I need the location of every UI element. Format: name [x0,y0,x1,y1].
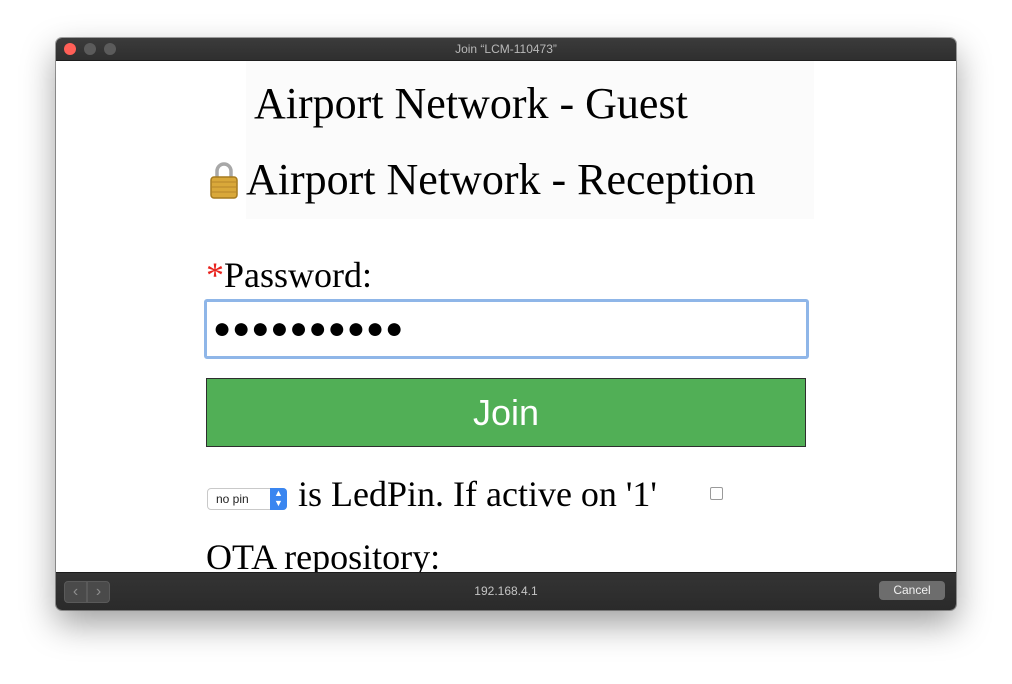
lock-icon [210,162,238,199]
password-label-text: Password: [224,255,373,295]
led-pin-select[interactable]: no pin ▲ ▼ [207,488,287,510]
led-active-checkbox[interactable] [710,487,723,500]
network-list: Airport Network - Guest Airport Network … [210,61,814,219]
cancel-button[interactable]: Cancel [879,581,945,600]
network-item-guest[interactable]: Airport Network - Guest [254,80,688,128]
title-bar: Join “LCM-110473” [56,38,956,61]
network-name-guest: Airport Network - Guest [254,79,688,128]
join-network-window: Join “LCM-110473” Airport Network - Gues… [56,38,956,610]
led-pin-text: is LedPin. If active on '1' [298,474,657,514]
network-name-reception: Airport Network - Reception [246,155,756,204]
required-marker: * [206,255,224,295]
bottom-bar: ‹ › 192.168.4.1 Cancel [56,572,956,610]
password-value: ●●●●●●●●●● [213,312,405,345]
select-arrows-icon: ▲ ▼ [270,488,287,510]
page-content: Airport Network - Guest Airport Network … [56,61,956,572]
window-title: Join “LCM-110473” [455,42,557,56]
ota-repository-label: OTA repository: [206,537,441,572]
password-field[interactable]: ●●●●●●●●●● [204,299,809,359]
address-label: 192.168.4.1 [474,584,538,598]
password-label: *Password: [206,255,372,295]
join-button[interactable]: Join [206,378,806,447]
led-pin-select-value: no pin [216,492,249,506]
network-item-reception[interactable]: Airport Network - Reception [208,156,756,204]
